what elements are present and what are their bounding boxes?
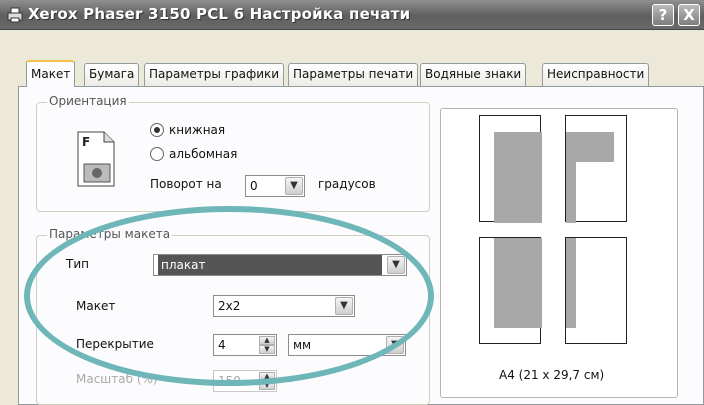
spin-down-icon[interactable]: ▼ bbox=[259, 345, 275, 354]
window-title: Xerox Phaser 3150 PCL 6 Настройка печати bbox=[28, 5, 411, 23]
preview-page-4 bbox=[565, 237, 627, 344]
spin-up-icon: ▲ bbox=[259, 372, 275, 381]
page-shade bbox=[566, 132, 614, 162]
svg-text:F: F bbox=[82, 135, 90, 149]
chevron-down-icon: ▼ bbox=[387, 256, 405, 274]
radio-indicator bbox=[150, 147, 164, 161]
close-button[interactable]: X bbox=[678, 4, 700, 26]
tab-troubleshooting[interactable]: Неисправности bbox=[542, 63, 650, 86]
layout-select[interactable]: 2x2 ▼ bbox=[213, 295, 355, 317]
chevron-down-icon: ▼ bbox=[386, 336, 404, 354]
page-orientation-icon: F bbox=[77, 131, 115, 187]
portrait-label: книжная bbox=[169, 123, 226, 137]
degrees-label: градусов bbox=[318, 177, 376, 191]
page-shade bbox=[566, 238, 576, 328]
printer-icon bbox=[7, 7, 23, 23]
help-button[interactable]: ? bbox=[652, 4, 674, 26]
rotate-label: Поворот на bbox=[150, 177, 222, 191]
radio-indicator bbox=[150, 123, 164, 137]
landscape-label: альбомная bbox=[169, 147, 238, 161]
spin-down-icon: ▼ bbox=[259, 381, 275, 390]
type-label: Тип bbox=[66, 257, 89, 271]
scale-value: 150 bbox=[218, 374, 241, 388]
title-bar: Xerox Phaser 3150 PCL 6 Настройка печати… bbox=[0, 0, 704, 30]
scale-label: Масштаб (%) bbox=[76, 372, 158, 386]
portrait-radio[interactable]: книжная bbox=[150, 123, 225, 137]
page-shade bbox=[494, 132, 542, 223]
tab-layout[interactable]: Макет bbox=[26, 60, 76, 87]
tab-graphics[interactable]: Параметры графики bbox=[144, 63, 285, 86]
layout-options-legend: Параметры макета bbox=[47, 227, 173, 241]
rotate-select[interactable]: 0 ▼ bbox=[245, 175, 305, 197]
tab-print-options[interactable]: Параметры печати bbox=[288, 63, 419, 86]
overlap-stepper[interactable]: 4 ▲ ▼ bbox=[213, 334, 277, 356]
type-select[interactable]: плакат ▼ bbox=[153, 254, 407, 276]
preview-page-1 bbox=[479, 115, 542, 223]
tab-watermarks[interactable]: Водяные знаки bbox=[420, 63, 527, 86]
overlap-label: Перекрытие bbox=[76, 337, 154, 351]
orientation-legend: Ориентация bbox=[47, 94, 129, 108]
spin-up-icon[interactable]: ▲ bbox=[259, 336, 275, 345]
unit-value: мм bbox=[293, 338, 312, 352]
layout-label: Макет bbox=[76, 299, 116, 313]
layout-value: 2x2 bbox=[218, 299, 241, 313]
rotate-value: 0 bbox=[250, 179, 258, 193]
overlap-value: 4 bbox=[218, 338, 226, 352]
scale-stepper: 150 ▲ ▼ bbox=[213, 370, 277, 392]
landscape-radio[interactable]: альбомная bbox=[150, 147, 237, 161]
page-shade bbox=[566, 162, 576, 223]
chevron-down-icon: ▼ bbox=[285, 177, 303, 195]
page-shade bbox=[494, 238, 542, 328]
unit-select[interactable]: мм ▼ bbox=[288, 334, 406, 356]
tab-paper[interactable]: Бумага bbox=[84, 63, 140, 86]
chevron-down-icon: ▼ bbox=[335, 297, 353, 315]
preview-page-2 bbox=[565, 115, 627, 223]
layout-preview: A4 (21 x 29,7 см) bbox=[440, 108, 678, 398]
preview-page-3 bbox=[479, 237, 542, 344]
paper-size-caption: A4 (21 x 29,7 см) bbox=[499, 368, 605, 382]
type-value: плакат bbox=[158, 255, 382, 275]
